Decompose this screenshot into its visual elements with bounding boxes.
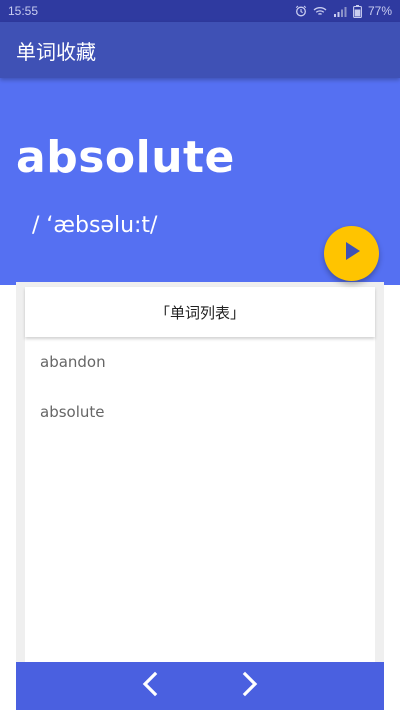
status-icons: 77% xyxy=(295,4,392,18)
status-bar: 15:55 77% xyxy=(0,0,400,22)
alarm-icon xyxy=(295,5,307,17)
prev-button[interactable] xyxy=(135,666,165,706)
battery-icon xyxy=(353,4,362,18)
list-item[interactable]: absolute xyxy=(25,387,375,437)
word-list: 「单词列表」 abandon absolute xyxy=(25,287,375,662)
word-title: absolute xyxy=(16,132,235,183)
bottom-nav-bar xyxy=(16,662,384,710)
play-button[interactable] xyxy=(324,226,379,281)
list-header: 「单词列表」 xyxy=(25,287,375,337)
page-title: 单词收藏 xyxy=(16,39,96,64)
list-item[interactable]: abandon xyxy=(25,337,375,387)
wifi-icon xyxy=(313,6,327,17)
app-bar: 单词收藏 xyxy=(0,22,400,78)
play-icon xyxy=(341,239,363,268)
status-time: 15:55 xyxy=(8,4,39,18)
chevron-left-icon xyxy=(141,671,159,702)
word-phonetic: / ‘æbsəlu:t/ xyxy=(32,213,158,238)
battery-percent: 77% xyxy=(367,4,392,18)
signal-icon xyxy=(333,6,347,17)
next-button[interactable] xyxy=(235,666,265,706)
chevron-right-icon xyxy=(241,671,259,702)
